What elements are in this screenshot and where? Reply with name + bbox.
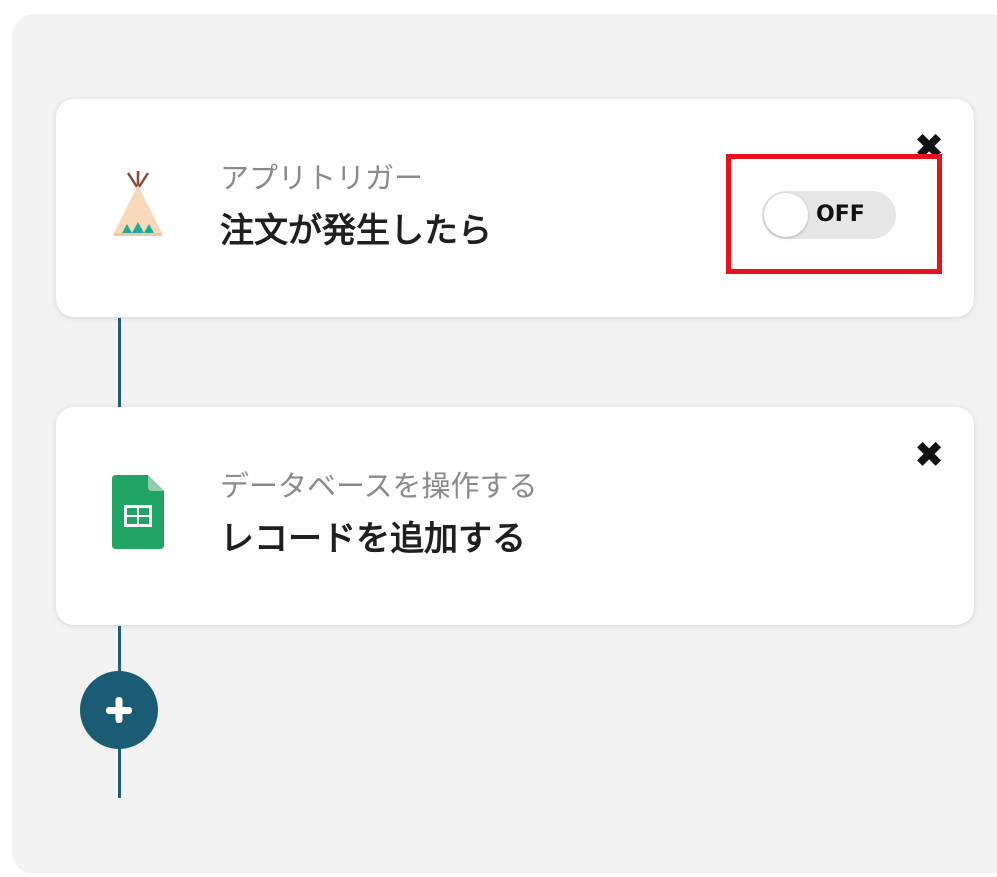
action-caption: データベースを操作する xyxy=(220,469,538,503)
add-step-button[interactable] xyxy=(80,671,158,749)
flow-connector xyxy=(118,318,121,408)
plus-icon xyxy=(106,697,132,723)
flow-connector xyxy=(118,626,121,674)
google-sheets-icon xyxy=(110,473,166,551)
flow-connector xyxy=(118,748,121,798)
trigger-title: 注文が発生したら xyxy=(220,211,492,251)
action-card[interactable]: データベースを操作する レコードを追加する ✖ xyxy=(56,407,974,625)
tipi-tent-icon xyxy=(110,169,166,247)
highlight-box xyxy=(726,154,942,274)
close-icon[interactable]: ✖ xyxy=(914,438,944,474)
action-title: レコードを追加する xyxy=(220,519,526,559)
trigger-caption: アプリトリガー xyxy=(220,161,424,195)
